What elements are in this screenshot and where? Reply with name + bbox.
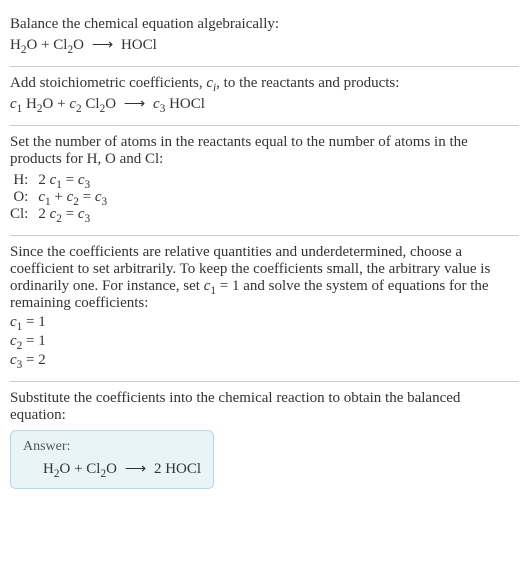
table-row: H: 2 c1 = c3 xyxy=(10,172,113,189)
element-equation: 2 c2 = c3 xyxy=(38,206,113,223)
plus-sign: + xyxy=(37,37,53,53)
reactant-cl2o: Cl2O xyxy=(53,37,84,53)
atom-balance-title: Set the number of atoms in the reactants… xyxy=(10,134,519,168)
element-label: O: xyxy=(10,189,38,206)
problem-title: Balance the chemical equation algebraica… xyxy=(10,16,519,33)
section-answer: Substitute the coefficients into the che… xyxy=(10,382,519,501)
solve-title: Since the coefficients are relative quan… xyxy=(10,244,519,312)
reactant-h2o: H2O xyxy=(10,37,37,53)
coefficients-title: Add stoichiometric coefficients, ci, to … xyxy=(10,75,519,92)
reactant-h2o: H2O xyxy=(43,461,70,477)
element-equation: c1 + c2 = c3 xyxy=(38,189,113,206)
answer-label: Answer: xyxy=(23,439,201,455)
section-solve: Since the coefficients are relative quan… xyxy=(10,236,519,382)
reactant-cl2o: Cl2O xyxy=(86,461,117,477)
coefficients-equation: c1 H2O + c2 Cl2O ⟶ c3 HOCl xyxy=(10,94,519,113)
arrow-icon: ⟶ xyxy=(84,37,121,53)
product-hocl: HOCl xyxy=(121,37,157,53)
product-coefficient: 2 xyxy=(154,461,165,477)
coefficient-value: c1 = 1 xyxy=(10,314,519,331)
coefficient-value: c2 = 1 xyxy=(10,333,519,350)
section-problem: Balance the chemical equation algebraica… xyxy=(10,8,519,67)
answer-box: Answer: H2O + Cl2O ⟶ 2 HOCl xyxy=(10,430,214,489)
answer-title: Substitute the coefficients into the che… xyxy=(10,390,519,424)
problem-equation: H2O + Cl2O ⟶ HOCl xyxy=(10,35,519,54)
arrow-icon: ⟶ xyxy=(117,461,154,477)
element-label: H: xyxy=(10,172,38,189)
answer-equation: H2O + Cl2O ⟶ 2 HOCl xyxy=(23,459,201,478)
table-row: Cl: 2 c2 = c3 xyxy=(10,206,113,223)
atom-balance-table: H: 2 c1 = c3 O: c1 + c2 = c3 Cl: 2 c2 = … xyxy=(10,172,113,223)
element-equation: 2 c1 = c3 xyxy=(38,172,113,189)
product-hocl: HOCl xyxy=(165,461,201,477)
element-label: Cl: xyxy=(10,206,38,223)
table-row: O: c1 + c2 = c3 xyxy=(10,189,113,206)
section-coefficients: Add stoichiometric coefficients, ci, to … xyxy=(10,67,519,126)
section-atom-balance: Set the number of atoms in the reactants… xyxy=(10,126,519,236)
plus-sign: + xyxy=(70,461,86,477)
coefficient-value: c3 = 2 xyxy=(10,352,519,369)
